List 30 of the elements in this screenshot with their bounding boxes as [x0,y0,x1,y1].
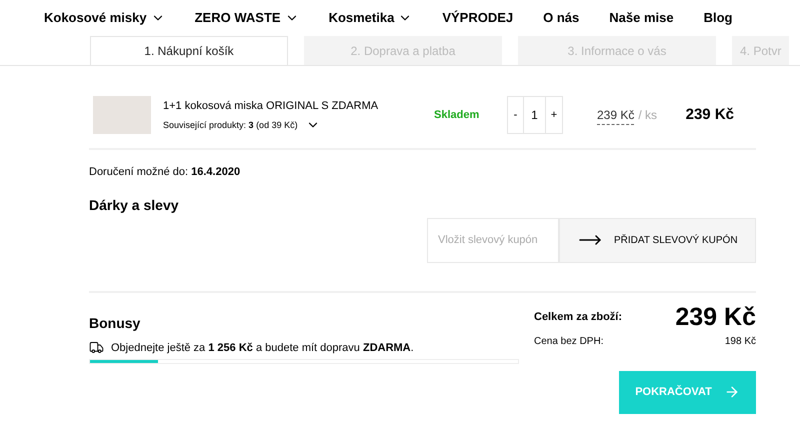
stock-status: Skladem [434,108,480,123]
arrow-right-icon [724,384,740,400]
section-title: Bonusy [89,314,142,333]
quantity-field[interactable]: 1 [524,97,546,133]
related-products: Související produkty: 3 (od 39 Kč) [163,118,298,132]
nav-link[interactable]: Kosmetika [328,8,412,28]
net-price: 198 Kč [724,334,756,348]
coupon-input-field[interactable]: Vložit slevový kupón [427,218,559,262]
add-coupon-button[interactable]: PŘIDAT SLEVOVÝ KUPÓN [559,218,756,262]
nav-link[interactable]: O nás [543,8,580,28]
truck-icon [89,340,104,356]
total-label: Celkem za zboží: [534,310,622,325]
unit-price: 239 Kč [597,106,634,124]
section-title: Dárky a slevy [89,196,180,215]
nav-link[interactable]: Blog [704,8,732,28]
unit-label: / ks [638,107,658,124]
item-total: 239 Kč [686,104,734,125]
nav-link[interactable]: ZERO WASTE [194,8,299,28]
delivery-date: Doručení možné do: 16.4.2020 [89,165,242,180]
product-photo-placeholder [93,96,151,134]
step-tab[interactable]: 1. Nákupní košík [90,36,288,65]
total-price: 239 Kč [675,304,756,330]
net-label: Cena bez DPH: [534,334,604,348]
nav-link[interactable]: VÝPRODEJ [442,8,514,28]
nav-link[interactable]: Naše mise [609,8,674,28]
product-name: 1+1 kokosová miska ORIGINAL S ZDARMA [163,98,380,114]
free-shipping-message: Objednejte ještě za 1 256 Kč a budete mít dopravu ZDARMA. [111,340,414,356]
decrease-button[interactable]: - [508,97,524,133]
increase-button[interactable]: + [546,97,562,133]
nav-link[interactable]: Kokosové misky [44,8,165,28]
